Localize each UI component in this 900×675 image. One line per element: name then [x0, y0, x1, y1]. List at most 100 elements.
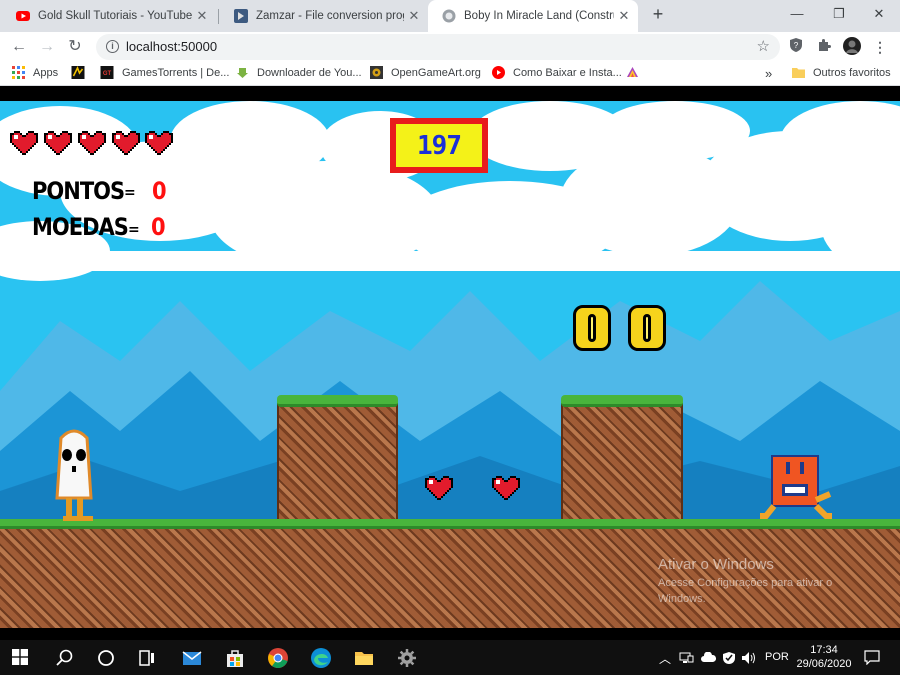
store-icon[interactable] — [224, 647, 246, 669]
back-button[interactable]: ← — [8, 36, 30, 58]
clock-date: 29/06/2020 — [796, 658, 852, 670]
life-heart-icon — [44, 131, 72, 155]
reload-button[interactable]: ↻ — [64, 36, 86, 58]
tab-title: Gold Skull Tutoriais - YouTube — [38, 10, 192, 22]
menu-kebab-icon[interactable]: ⋮ — [870, 37, 890, 57]
dirt-platform — [561, 395, 683, 521]
player-character — [55, 429, 93, 521]
network-icon[interactable] — [679, 652, 694, 664]
forward-button[interactable]: → — [36, 36, 58, 58]
svg-text:GT: GT — [103, 71, 112, 77]
life-heart-icon — [145, 131, 173, 155]
windows-taskbar: ︿ POR 17:34 29/06/2020 — [0, 640, 900, 675]
bookmarks-overflow-button[interactable]: » — [765, 66, 772, 81]
bookmark-downloader[interactable]: Downloader de You... — [236, 66, 362, 79]
search-icon[interactable] — [54, 647, 76, 669]
tab-game[interactable]: Boby In Miracle Land (Construct ✕ — [428, 0, 638, 32]
life-heart-icon — [78, 131, 106, 155]
life-heart-icon — [112, 131, 140, 155]
extensions-puzzle-icon[interactable] — [814, 37, 834, 57]
bookmark-label: Apps — [33, 66, 59, 79]
activation-watermark-title: Ativar o Windows — [658, 556, 774, 573]
address-bar[interactable]: i localhost:50000 ☆ — [96, 34, 780, 60]
bookmark-logo[interactable] — [70, 66, 94, 79]
bookmark-label: OpenGameArt.org — [391, 66, 481, 79]
close-window-button[interactable]: ✕ — [858, 0, 900, 30]
bookmark-label: GamesTorrents | De... — [122, 66, 230, 79]
close-tab-icon[interactable]: ✕ — [614, 8, 634, 24]
tab-title: Boby In Miracle Land (Construct — [464, 10, 614, 22]
heart-pickup — [425, 476, 453, 500]
page-bottom-border — [0, 628, 900, 640]
youtube-icon — [492, 66, 505, 79]
bookmark-label: Como Baixar e Insta... — [513, 66, 622, 79]
clock[interactable]: 17:34 29/06/2020 — [795, 643, 853, 671]
bookmark-logo-icon — [71, 66, 85, 79]
minimize-button[interactable]: — — [776, 0, 818, 30]
bookmark-apps[interactable]: Apps — [12, 66, 58, 79]
file-explorer-icon[interactable] — [353, 647, 375, 669]
bookmark-star-icon[interactable]: ☆ — [757, 37, 770, 55]
browser-toolbar: ← → ↻ i localhost:50000 ☆ ? ⋮ — [0, 32, 900, 62]
windows-start-icon[interactable] — [12, 649, 28, 665]
language-indicator[interactable]: POR — [765, 651, 789, 663]
opengameart-icon — [370, 66, 383, 79]
edge-icon[interactable] — [310, 647, 332, 669]
points-label: PONTOS — [32, 177, 125, 205]
timer-box: 197 — [390, 118, 488, 173]
activation-watermark-line2: Windows. — [658, 593, 706, 605]
profile-avatar[interactable] — [842, 37, 862, 57]
task-view-icon[interactable] — [136, 647, 158, 669]
youtube-icon — [16, 11, 30, 21]
close-tab-icon[interactable]: ✕ — [192, 8, 212, 24]
bookmarks-bar: Apps GT GamesTorrents | De... Downloader… — [0, 62, 900, 86]
heart-pickup — [492, 476, 520, 500]
folder-icon — [792, 68, 805, 78]
chevron-up-icon[interactable]: ︿ — [659, 650, 671, 667]
bookmark-como-baixar[interactable]: Como Baixar e Insta... — [492, 66, 622, 79]
enemy-robot — [760, 455, 832, 519]
timer-value: 197 — [396, 124, 482, 167]
svg-text:?: ? — [794, 41, 799, 50]
cortana-icon[interactable] — [95, 647, 117, 669]
restore-button[interactable]: ❐ — [818, 0, 860, 30]
defender-shield-icon[interactable] — [722, 651, 736, 665]
close-tab-icon[interactable]: ✕ — [404, 8, 424, 24]
notifications-icon[interactable] — [864, 650, 880, 665]
tab-zamzar[interactable]: Zamzar - File conversion progres ✕ — [220, 0, 428, 32]
apps-grid-icon — [12, 66, 25, 79]
activation-watermark-line1: Acesse Configurações para ativar o — [658, 577, 833, 589]
life-heart-icon — [10, 131, 38, 155]
coin — [573, 305, 611, 351]
gear-app-icon[interactable] — [396, 647, 418, 669]
tab-youtube[interactable]: Gold Skull Tutoriais - YouTube ✕ — [2, 0, 216, 32]
tab-strip: Gold Skull Tutoriais - YouTube ✕ Zamzar … — [0, 0, 900, 32]
bookmark-opengameart[interactable]: OpenGameArt.org — [370, 66, 481, 79]
clock-time: 17:34 — [810, 644, 838, 656]
url-text[interactable]: localhost:50000 — [126, 39, 217, 54]
android-download-icon — [237, 68, 248, 78]
other-bookmarks-folder[interactable]: Outros favoritos — [792, 66, 891, 79]
coin — [628, 305, 666, 351]
onedrive-cloud-icon[interactable] — [701, 652, 716, 663]
info-icon[interactable]: i — [106, 40, 119, 53]
chrome-icon[interactable] — [267, 647, 289, 669]
ground-dirt — [0, 521, 900, 628]
coins-equals: = — [128, 222, 140, 238]
mail-icon[interactable] — [181, 647, 203, 669]
bookmark-gamestorrents[interactable]: GT GamesTorrents | De... — [100, 66, 229, 79]
gamestorrents-icon: GT — [100, 66, 114, 79]
points-value: 0 — [152, 177, 167, 205]
points-equals: = — [124, 185, 136, 201]
new-tab-button[interactable]: + — [648, 4, 668, 26]
bookmark-label: Downloader de You... — [257, 66, 362, 79]
colorful-bookmark-icon — [627, 67, 638, 77]
volume-icon[interactable] — [741, 651, 757, 665]
shield-icon[interactable]: ? — [786, 37, 806, 57]
dirt-platform — [277, 395, 398, 521]
ground-grass — [0, 519, 900, 529]
construct-icon — [442, 9, 456, 23]
game-canvas[interactable]: PONTOS = 0 MOEDAS = 0 197 Ativar o Windo… — [0, 101, 900, 628]
bookmark-colorful[interactable] — [626, 66, 647, 79]
screen: Gold Skull Tutoriais - YouTube ✕ Zamzar … — [0, 0, 900, 675]
